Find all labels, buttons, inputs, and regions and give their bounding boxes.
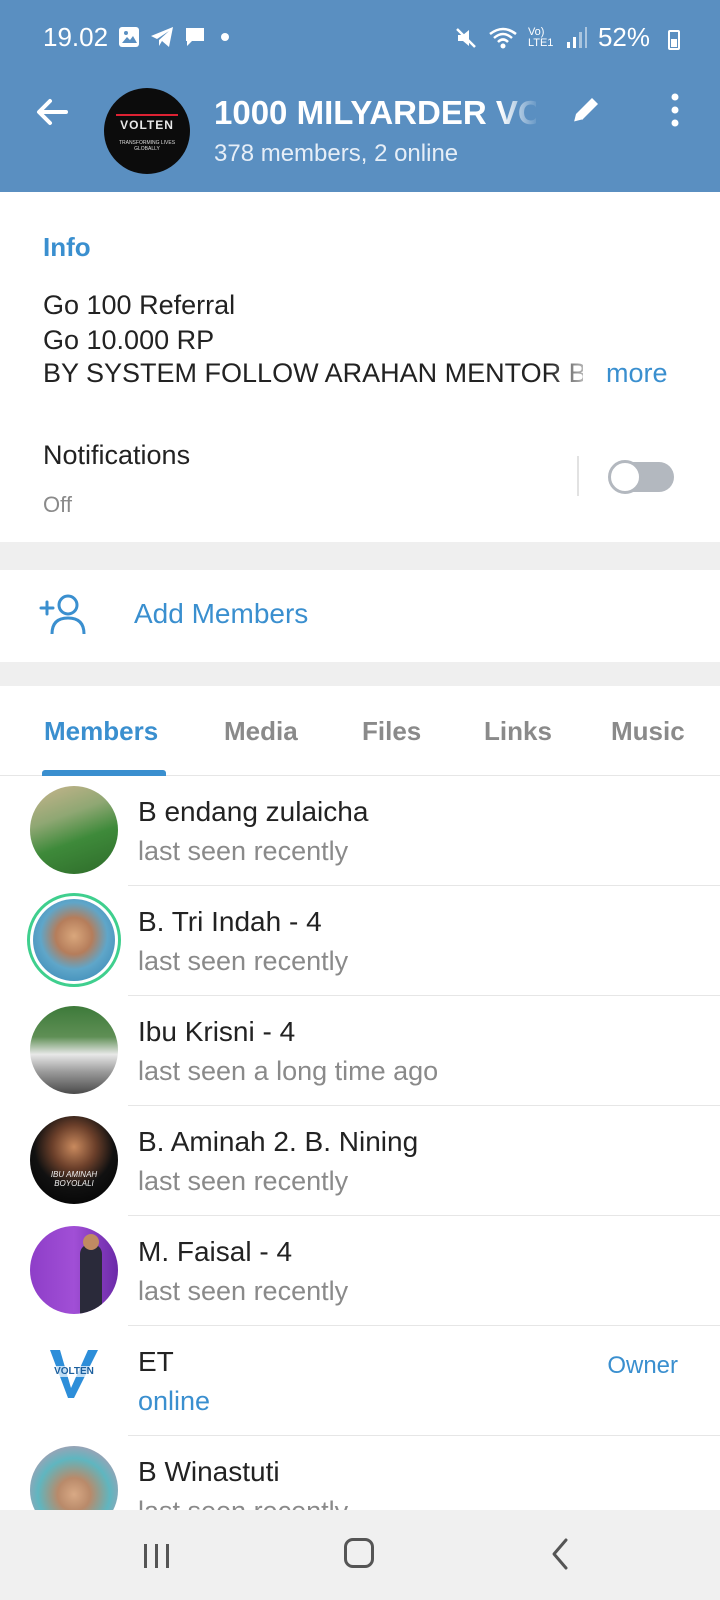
tab-links[interactable]: Links <box>484 716 552 747</box>
tab-files[interactable]: Files <box>362 716 421 747</box>
member-row[interactable]: Ibu Krisni - 4 last seen a long time ago <box>0 996 720 1106</box>
member-row[interactable]: M. Faisal - 4 last seen recently <box>0 1216 720 1326</box>
member-avatar <box>30 786 118 874</box>
volten-logo-icon <box>50 1350 98 1398</box>
info-fade <box>550 356 600 392</box>
notifications-toggle[interactable] <box>608 460 674 494</box>
member-row[interactable]: B. Tri Indah - 4 last seen recently <box>0 886 720 996</box>
dot-icon <box>221 33 229 41</box>
member-row[interactable]: IBU AMINAH BOYOLALI B. Aminah 2. B. Nini… <box>0 1106 720 1216</box>
member-avatar <box>30 1006 118 1094</box>
member-name: Ibu Krisni - 4 <box>138 1016 296 1047</box>
group-title[interactable]: 1000 MILYARDER VOLTEN <box>214 94 536 132</box>
mute-icon <box>456 27 476 48</box>
image-icon <box>119 27 139 47</box>
wifi-icon <box>489 27 517 48</box>
member-name: ET <box>138 1346 174 1377</box>
info-line-1: Go 100 Referral <box>43 290 236 320</box>
avatar-figure <box>80 1244 102 1314</box>
back-arrow-icon[interactable] <box>32 92 72 132</box>
notifications-value: Off <box>43 492 72 517</box>
system-nav-bar <box>0 1510 720 1600</box>
chat-icon <box>186 28 204 46</box>
info-heading: Info <box>43 232 91 262</box>
avatar-logo-subtext: TRANSFORMING LIVES GLOBALLY <box>118 140 176 152</box>
member-name: B. Aminah 2. B. Nining <box>138 1126 419 1157</box>
notifications-label[interactable]: Notifications <box>43 440 190 471</box>
status-left-icons <box>118 26 234 48</box>
telegram-icon <box>151 27 173 47</box>
avatar-figure-head <box>83 1234 99 1250</box>
battery-icon <box>668 30 680 50</box>
member-name: B Winastuti <box>138 1456 280 1487</box>
status-time: 19.02 <box>43 22 109 52</box>
member-role-badge: Owner <box>607 1352 678 1379</box>
signal-icon <box>566 26 587 48</box>
add-members-row[interactable]: Add Members <box>0 570 720 662</box>
network-label: Vo) LTE1 <box>527 25 554 49</box>
nav-back-icon[interactable] <box>548 1536 572 1572</box>
info-section: Info Go 100 Referral Go 10.000 RP BY SYS… <box>0 192 720 542</box>
info-line-3: BY SYSTEM FOLLOW ARAHAN MENTOR B <box>43 358 583 388</box>
add-members-label: Add Members <box>134 598 309 629</box>
avatar-caption: IBU AMINAH BOYOLALI <box>50 1170 98 1188</box>
group-avatar[interactable]: VOLTEN TRANSFORMING LIVES GLOBALLY <box>104 88 190 174</box>
more-link[interactable]: more <box>606 358 668 389</box>
member-avatar: VOLTEN <box>30 1336 118 1424</box>
member-row[interactable]: VOLTEN ET online Owner <box>0 1326 720 1436</box>
section-divider <box>0 662 720 686</box>
toggle-knob <box>608 460 642 494</box>
avatar-accent-bar <box>116 114 178 116</box>
add-user-icon <box>39 594 86 635</box>
tab-media[interactable]: Media <box>224 716 298 747</box>
info-description[interactable]: Go 100 Referral Go 10.000 RP <box>43 288 235 358</box>
section-divider <box>0 542 720 570</box>
battery-percent: 52% <box>597 22 650 52</box>
title-fade <box>500 92 540 132</box>
media-tabs: Members Media Files Links Music <box>0 686 720 776</box>
tab-members[interactable]: Members <box>44 716 158 747</box>
info-line-2: Go 10.000 RP <box>43 325 215 355</box>
member-name: M. Faisal - 4 <box>138 1236 293 1267</box>
status-bar: 19.02 Vo) LTE1 52% <box>0 0 720 76</box>
recent-apps-icon[interactable] <box>142 1542 172 1570</box>
member-name: B. Tri Indah - 4 <box>138 906 322 937</box>
member-avatar <box>30 1226 118 1314</box>
app-header-background: 19.02 Vo) LTE1 52% VOLTEN TRANSFORMING L… <box>0 0 720 192</box>
avatar-logo-text: VOLTEN <box>44 1366 104 1377</box>
member-avatar: IBU AMINAH BOYOLALI <box>30 1116 118 1204</box>
chat-header: VOLTEN TRANSFORMING LIVES GLOBALLY 1000 … <box>0 76 720 192</box>
tab-music[interactable]: Music <box>611 716 685 747</box>
status-right-icons: Vo) LTE1 52% <box>454 22 668 53</box>
notifications-divider <box>577 456 579 496</box>
home-icon[interactable] <box>344 1538 374 1568</box>
member-row[interactable]: B endang zulaicha last seen recently <box>0 776 720 886</box>
member-avatar <box>33 899 115 981</box>
group-subtitle: 378 members, 2 online <box>214 140 459 167</box>
more-menu-icon[interactable] <box>660 90 690 130</box>
avatar-logo-text: VOLTEN <box>120 118 174 132</box>
edit-pencil-icon[interactable] <box>568 92 604 128</box>
member-name: B endang zulaicha <box>138 796 369 827</box>
